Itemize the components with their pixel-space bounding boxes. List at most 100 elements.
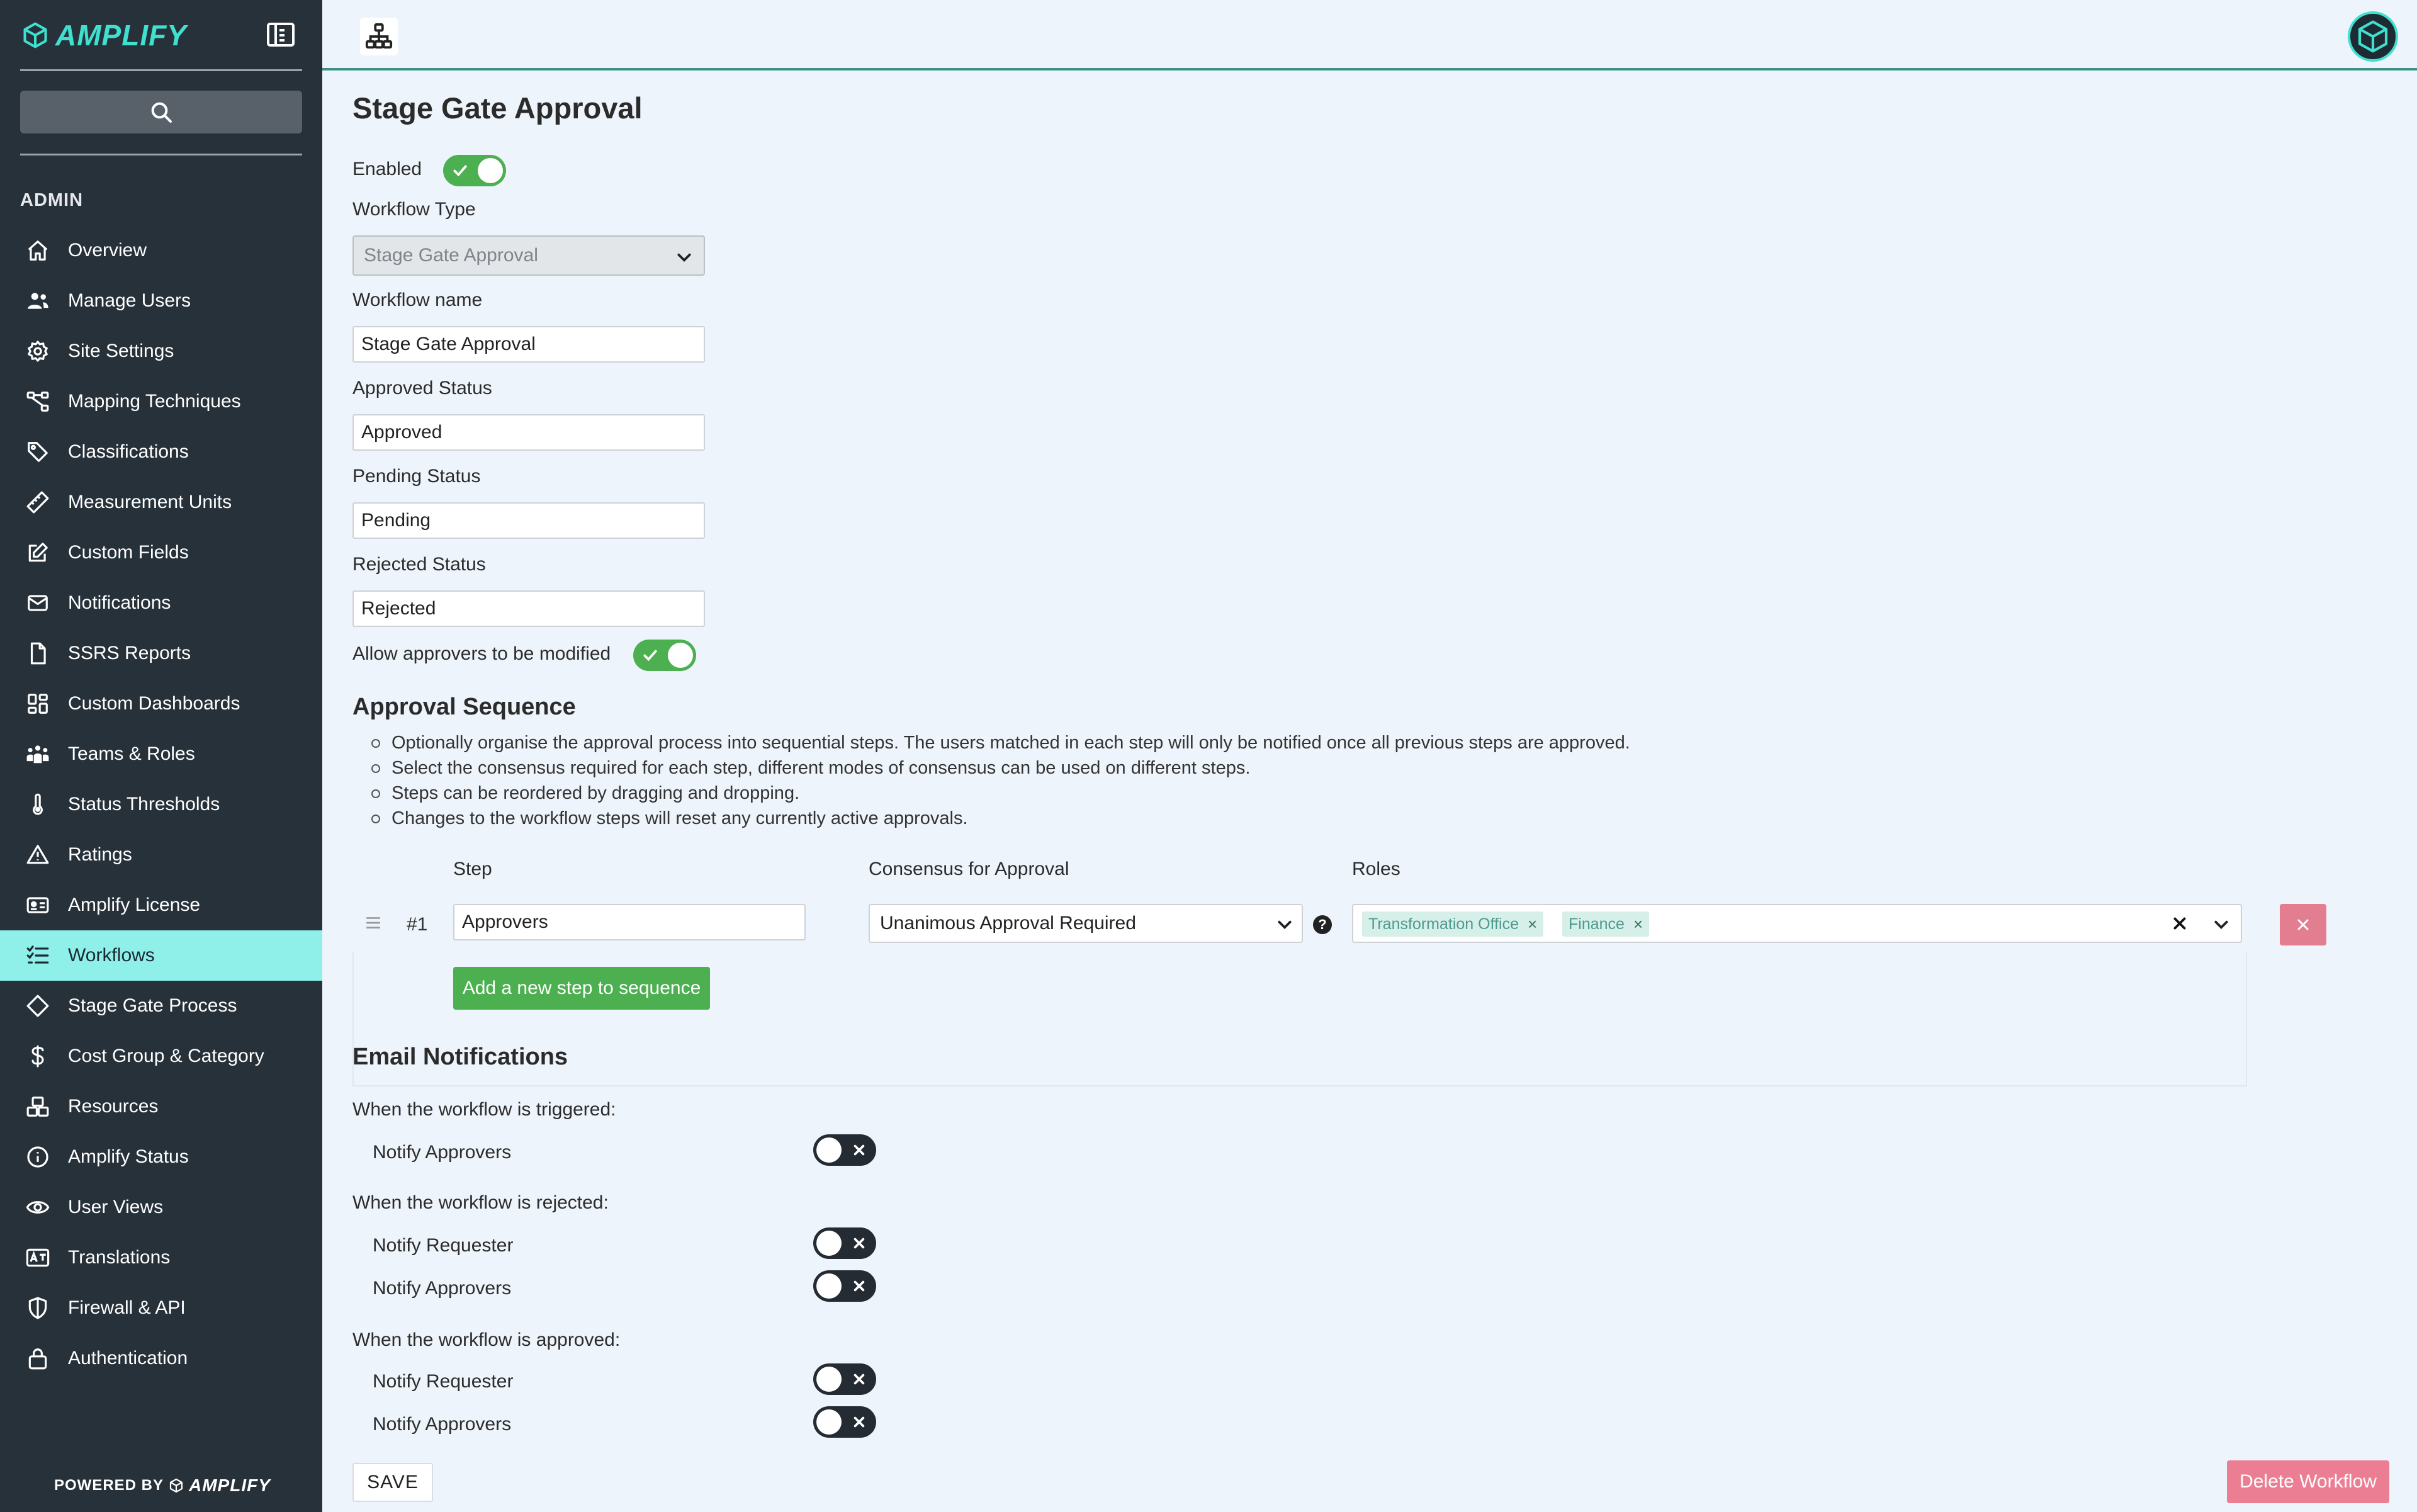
powered-by-footer: POWERED BY AMPLIFY [54,1475,271,1496]
notify-approvers-on-trigger-toggle[interactable] [813,1134,876,1166]
role-tag-label: Transformation Office [1368,915,1519,933]
notify-label: Notify Approvers [373,1414,512,1435]
roles-multiselect[interactable]: Transformation Office × Finance × [1352,904,2242,943]
sidebar-item-measurement-units[interactable]: Measurement Units [0,477,322,528]
workflow-type-select[interactable]: Stage Gate Approval [352,235,705,276]
allow-modify-toggle[interactable] [633,640,696,671]
enabled-label: Enabled [352,159,422,179]
sidebar-item-translations[interactable]: Translations [0,1233,322,1283]
edit-icon [28,543,48,562]
sidebar-item-label: Measurement Units [68,492,232,512]
sidebar-item-ratings[interactable]: Ratings [0,830,322,880]
eye-icon [26,1201,50,1214]
sidebar-item-label: Manage Users [68,290,191,311]
sidebar-item-resources[interactable]: Resources [0,1081,322,1132]
step-column-header: Step [453,859,492,879]
save-button[interactable]: SAVE [352,1463,433,1502]
sidebar-collapse-icon[interactable] [267,23,295,47]
rejected-status-input[interactable] [352,590,705,627]
sidebar-item-label: Overview [68,240,147,261]
sidebar-item-authentication[interactable]: Authentication [0,1333,322,1384]
sidebar-item-custom-fields[interactable]: Custom Fields [0,528,322,578]
drag-handle-icon[interactable] [365,915,381,930]
chevron-down-icon [1278,920,1292,930]
workflow-name-input[interactable] [352,326,705,363]
sidebar-item-status-thresholds[interactable]: Status Thresholds [0,779,322,830]
pending-status-input[interactable] [352,502,705,539]
remove-tag-icon[interactable]: × [1633,915,1643,934]
sidebar-nav: Overview Manage Users Site Settings Mapp… [0,225,322,1384]
sidebar-item-label: SSRS Reports [68,643,191,663]
help-icon[interactable]: ? [1313,915,1332,934]
consensus-column-header: Consensus for Approval [869,859,1069,879]
x-icon [854,1144,865,1156]
sidebar-item-custom-dashboards[interactable]: Custom Dashboards [0,679,322,729]
hierarchy-button[interactable] [360,18,398,55]
sidebar-item-overview[interactable]: Overview [0,225,322,276]
approved-status-input[interactable] [352,414,705,451]
toggle-knob [816,1231,842,1256]
logo-wordmark: AMPLIFY [55,19,187,52]
sidebar-item-workflows[interactable]: Workflows [0,930,322,981]
sidebar-item-firewall-api[interactable]: Firewall & API [0,1283,322,1333]
chevron-down-icon [677,253,691,262]
sidebar-item-classifications[interactable]: Classifications [0,427,322,477]
notify-approvers-on-approve-toggle[interactable] [813,1406,876,1438]
sidebar-item-label: Firewall & API [68,1297,186,1318]
remove-tag-icon[interactable]: × [1528,915,1537,934]
role-tag: Finance × [1562,911,1650,937]
app-logo[interactable]: AMPLIFY [21,16,187,54]
sidebar-item-manage-users[interactable]: Manage Users [0,276,322,326]
role-tag: Transformation Office × [1362,911,1544,937]
chevron-down-icon[interactable] [2213,917,2229,933]
toggle-knob [816,1409,842,1435]
sidebar-divider [20,154,302,155]
sidebar-item-label: Stage Gate Process [68,995,237,1016]
sidebar-item-teams-roles[interactable]: Teams & Roles [0,729,322,779]
sidebar-item-amplify-license[interactable]: Amplify License [0,880,322,930]
sidebar-item-notifications[interactable]: Notifications [0,578,322,628]
notify-requester-on-reject-toggle[interactable] [813,1227,876,1259]
notify-requester-on-approve-toggle[interactable] [813,1363,876,1395]
approval-sequence-notes: Optionally organise the approval process… [371,730,2008,831]
enabled-toggle[interactable] [443,155,506,186]
consensus-select[interactable]: Unanimous Approval Required [869,904,1303,943]
sidebar-search-button[interactable] [20,91,302,133]
sidebar-item-cost-group-category[interactable]: Cost Group & Category [0,1031,322,1081]
rejected-status-label: Rejected Status [352,554,486,575]
pending-status-label: Pending Status [352,466,481,487]
sidebar-item-mapping-techniques[interactable]: Mapping Techniques [0,376,322,427]
sidebar-item-label: Teams & Roles [68,743,195,764]
step-name-input[interactable] [453,904,806,940]
roles-column-header: Roles [1352,859,1400,879]
approve-group-label: When the workflow is approved: [352,1329,621,1350]
list-check-icon [26,945,49,964]
dashboard-icon [28,694,48,714]
notify-label: Notify Requester [373,1371,514,1392]
notify-label: Notify Requester [373,1235,514,1256]
approved-status-label: Approved Status [352,378,492,398]
check-icon [643,650,657,662]
envelope-icon [28,595,48,611]
sitemap-icon [365,23,393,49]
sidebar-item-amplify-status[interactable]: Amplify Status [0,1132,322,1182]
x-icon [854,1280,865,1292]
workflow-type-value: Stage Gate Approval [364,245,538,266]
delete-workflow-button[interactable]: Delete Workflow [2227,1460,2389,1503]
clear-icon[interactable] [2172,915,2188,932]
sidebar-item-user-views[interactable]: User Views [0,1182,322,1233]
sidebar-item-ssrs-reports[interactable]: SSRS Reports [0,628,322,679]
page-title: Stage Gate Approval [352,91,643,125]
notify-approvers-on-reject-toggle[interactable] [813,1270,876,1302]
sidebar-item-label: Classifications [68,441,189,462]
sidebar-item-site-settings[interactable]: Site Settings [0,326,322,376]
sidebar: AMPLIFY ADMIN Overview Manage Users Site… [0,0,322,1512]
sidebar-item-stage-gate-process[interactable]: Stage Gate Process [0,981,322,1031]
add-step-button[interactable]: Add a new step to sequence [453,967,710,1010]
sidebar-item-label: Cost Group & Category [68,1046,264,1066]
sidebar-item-label: Authentication [68,1348,188,1368]
remove-step-button[interactable] [2280,904,2326,945]
user-avatar[interactable] [2348,11,2398,62]
sidebar-item-label: Translations [68,1247,171,1268]
step-number: #1 [407,914,428,935]
